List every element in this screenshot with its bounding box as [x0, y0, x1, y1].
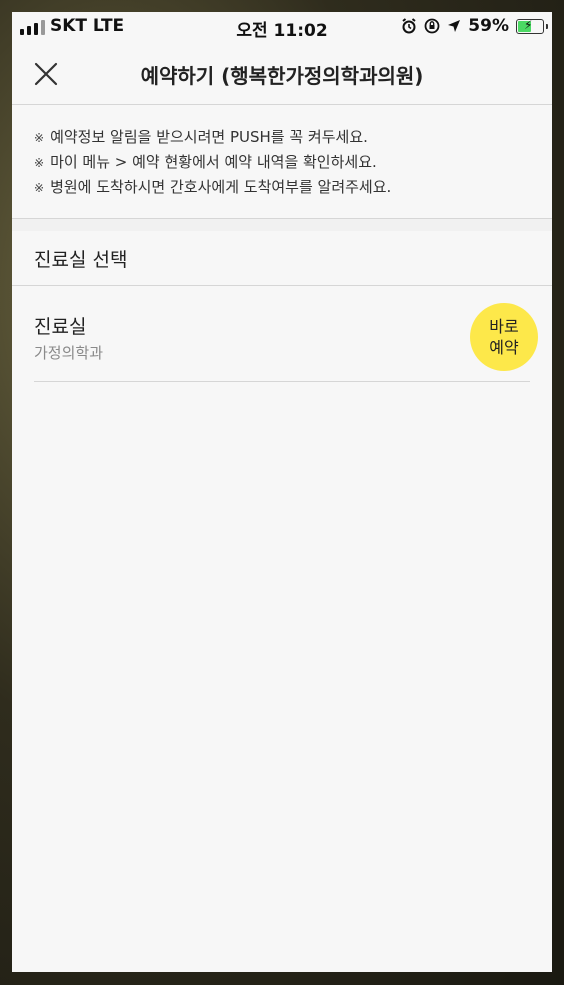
orientation-lock-icon: [424, 18, 440, 34]
notice-mark: ※: [34, 131, 45, 145]
page-title: 예약하기 (행복한가정의학과의원): [140, 64, 424, 88]
navigation-bar: 예약하기 (행복한가정의학과의원): [12, 44, 552, 105]
reserve-button-line1: 바로: [489, 317, 519, 336]
section-title: 진료실 선택: [34, 249, 128, 271]
alarm-icon: [402, 18, 416, 34]
room-name: 진료실: [34, 316, 87, 338]
app-screen: SKT LTE 오전 11:02 59% ⚡ 예약하기 (행복한가정의학과의원)…: [12, 12, 552, 972]
notice-item: ※ 병원에 도착하시면 간호사에게 도착여부를 알려주세요.: [34, 178, 392, 196]
status-right-group: 59% ⚡: [401, 16, 548, 36]
instant-reserve-button[interactable]: 바로 예약: [470, 303, 538, 371]
notice-mark: ※: [34, 156, 45, 170]
room-list-item[interactable]: 진료실 가정의학과 바로 예약: [34, 286, 538, 382]
battery-percent: 59%: [468, 16, 509, 36]
notice-list: ※ 예약정보 알림을 받으시려면 PUSH를 꼭 켜두세요. ※ 마이 메뉴 > 예…: [12, 105, 552, 200]
status-bar: SKT LTE 오전 11:02 59% ⚡: [12, 12, 552, 42]
section-header: 진료실 선택: [12, 231, 552, 286]
reserve-button-line2: 예약: [489, 338, 519, 357]
notice-box: ※ 예약정보 알림을 받으시려면 PUSH를 꼭 켜두세요. ※ 마이 메뉴 > 예…: [12, 105, 552, 219]
notice-mark: ※: [34, 181, 45, 195]
battery-charging-icon: ⚡: [516, 18, 548, 34]
room-department: 가정의학과: [34, 344, 104, 362]
notice-item: ※ 마이 메뉴 > 예약 현황에서 예약 내역을 확인하세요.: [34, 153, 377, 171]
notice-item: ※ 예약정보 알림을 받으시려면 PUSH를 꼭 켜두세요.: [34, 128, 368, 146]
location-arrow-icon: [448, 20, 461, 32]
section-divider: [12, 219, 552, 231]
